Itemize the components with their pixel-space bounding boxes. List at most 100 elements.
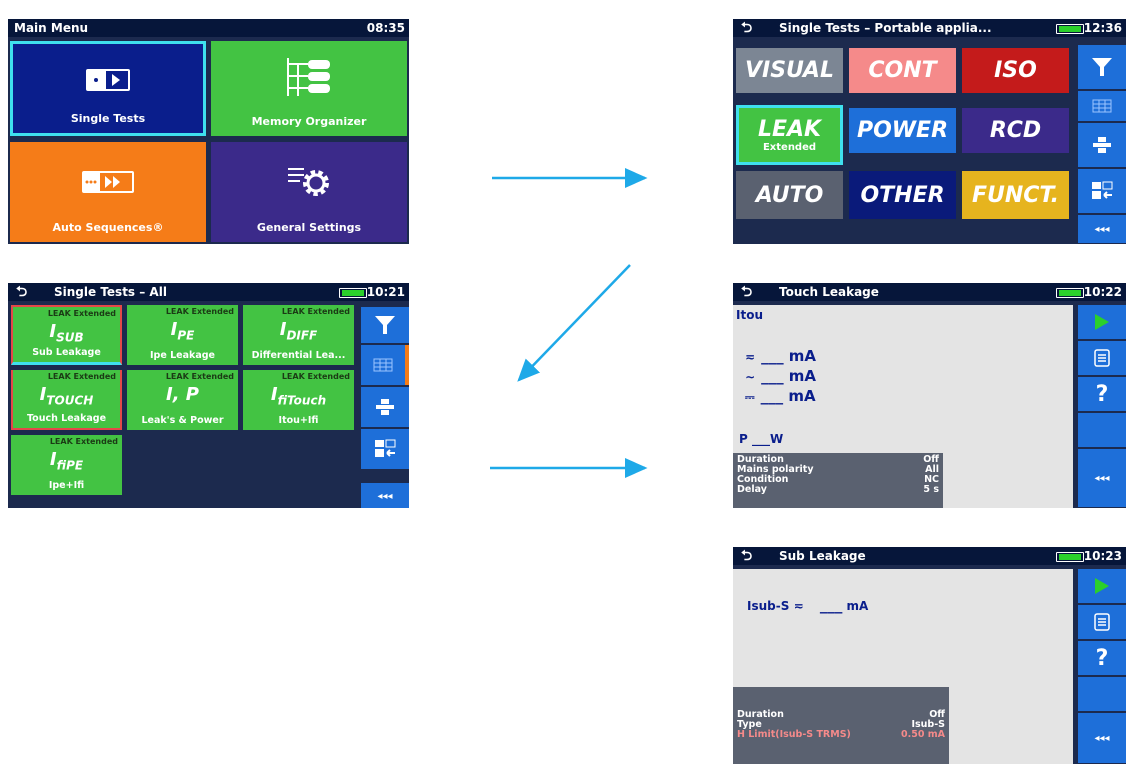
title-bar: ⮌ Sub Leakage 10:23: [733, 547, 1126, 565]
tile-power[interactable]: POWER: [849, 108, 956, 153]
group-icon: [376, 399, 394, 415]
view-button[interactable]: [361, 345, 409, 385]
more-button[interactable]: ◂◂◂: [1078, 449, 1126, 507]
tile-rcd[interactable]: RCD: [962, 108, 1069, 153]
sidebar: ? ◂◂◂: [1076, 565, 1126, 764]
more-button[interactable]: ◂◂◂: [1078, 215, 1126, 243]
filter-icon: [375, 316, 395, 334]
param-row: H Limit(Isub-S TRMS) 0.50 mA: [737, 729, 945, 740]
arrow-portable-to-all: [517, 264, 631, 382]
group-icon: [1093, 137, 1111, 153]
back-icon[interactable]: ⮌: [741, 19, 752, 37]
isub-reading: Isub-S ≂ ___ mA: [747, 596, 869, 614]
title-bar: Main Menu 08:35: [8, 19, 409, 37]
title-bar: ⮌ Single Tests – Portable applia... 12:3…: [733, 19, 1126, 37]
clock: 10:23: [1083, 549, 1122, 563]
reading-dc: ⎓ ___ mA: [745, 387, 816, 405]
tile-symbol: IfiPE: [49, 449, 84, 473]
power-reading: P ___W: [739, 432, 784, 446]
tile-label: Touch Leakage: [26, 413, 107, 424]
memory-organizer-icon: [287, 57, 330, 96]
filter-icon: [1092, 58, 1112, 76]
tile-label: Leak's & Power: [141, 415, 224, 426]
tile-symbol: IPE: [170, 319, 195, 343]
test-tile-ipe-leakage[interactable]: LEAK Extended IPE Ipe Leakage: [127, 305, 238, 365]
tile-header: LEAK Extended: [165, 307, 234, 316]
tile-iso[interactable]: ISO: [962, 48, 1069, 93]
more-button[interactable]: ◂◂◂: [1078, 713, 1126, 763]
filter-button[interactable]: [1078, 45, 1126, 89]
tile-label: Auto Sequences®: [52, 221, 164, 234]
test-tile-sub-leakage[interactable]: LEAK Extended ISUB Sub Leakage: [11, 305, 122, 365]
clock: 08:35: [366, 21, 405, 35]
tile-auto-sequences[interactable]: Auto Sequences®: [10, 142, 206, 242]
battery-icon: [1056, 552, 1084, 562]
tile-header: LEAK Extended: [47, 309, 116, 318]
tile-label: Differential Lea...: [251, 350, 346, 361]
view-button[interactable]: [1078, 91, 1126, 121]
tile-cont[interactable]: CONT: [849, 48, 956, 93]
test-tile-ipe-ifi[interactable]: LEAK Extended IfiPE Ipe+Ifi: [11, 435, 122, 495]
test-tile-leaks-power[interactable]: LEAK Extended I, P Leak's & Power: [127, 370, 238, 430]
more-button[interactable]: ◂◂◂: [361, 483, 409, 508]
screen-title: Sub Leakage: [779, 549, 866, 563]
parameters-button[interactable]: [1078, 341, 1126, 375]
screen-title: Main Menu: [14, 21, 89, 35]
reading-ac-dc: ≂ ___ mA: [745, 347, 817, 365]
tile-header: LEAK Extended: [281, 307, 350, 316]
tile-label: Single Tests: [70, 112, 146, 125]
tile-visual[interactable]: VISUAL: [736, 48, 843, 93]
start-button[interactable]: [1078, 569, 1126, 603]
sub-leakage-screen: ⮌ Sub Leakage 10:23 Isub-S ≂ ___ mA Dura…: [733, 547, 1126, 764]
parameters-panel[interactable]: Duration Off Mains polarity All Condition N…: [733, 453, 943, 508]
start-button[interactable]: [1078, 305, 1126, 339]
help-button[interactable]: ?: [1078, 377, 1126, 411]
tile-header: LEAK Extended: [47, 372, 116, 381]
test-tile-itou-ifi[interactable]: LEAK Extended IfiTouch Itou+Ifi: [243, 370, 354, 430]
filter-button[interactable]: [361, 307, 409, 343]
tile-single-tests[interactable]: Single Tests: [10, 41, 206, 136]
tile-symbol: I, P: [166, 384, 199, 405]
recent-tests-icon: [375, 439, 396, 457]
battery-icon: [1056, 24, 1084, 34]
play-icon: [1095, 314, 1109, 330]
tile-general-settings[interactable]: General Settings: [211, 142, 407, 242]
test-tile-touch-leakage[interactable]: LEAK Extended ITOUCH Touch Leakage: [11, 370, 122, 430]
empty-button: [1078, 413, 1126, 447]
group-button[interactable]: [1078, 123, 1126, 167]
test-tile-differential-leakage[interactable]: LEAK Extended IDIFF Differential Lea...: [243, 305, 354, 365]
recent-button[interactable]: [1078, 169, 1126, 213]
tile-auto[interactable]: AUTO: [736, 171, 843, 219]
screen-title: Single Tests – Portable applia...: [779, 21, 992, 35]
ac-dc-icon: ≂: [745, 350, 756, 364]
recent-button[interactable]: [361, 429, 409, 469]
tile-label: Ipe Leakage: [150, 350, 215, 361]
recent-tests-icon: [1092, 181, 1113, 199]
group-button[interactable]: [361, 387, 409, 427]
touch-leakage-screen: ⮌ Touch Leakage 10:22 Itou ≂ ___ mA ∼ ___ …: [733, 283, 1126, 508]
back-icon[interactable]: ⮌: [741, 283, 752, 301]
screen-title: Single Tests – All: [54, 285, 167, 299]
parameters-panel[interactable]: Duration Off Type Isub-S H Limit(Isub-S TR…: [733, 687, 949, 764]
parameters-button[interactable]: [1078, 605, 1126, 639]
help-button[interactable]: ?: [1078, 641, 1126, 675]
back-icon[interactable]: ⮌: [741, 547, 752, 565]
tile-symbol: IfiTouch: [270, 384, 327, 408]
tile-label: Ipe+Ifi: [48, 480, 85, 491]
tile-memory-organizer[interactable]: Memory Organizer: [211, 41, 407, 136]
grid-view-icon: [1092, 99, 1112, 113]
grid-view-icon: [373, 358, 393, 372]
tile-funct[interactable]: FUNCT.: [962, 171, 1069, 219]
battery-icon: [1056, 288, 1084, 298]
battery-icon: [339, 288, 367, 298]
tile-leak[interactable]: LEAK Extended: [736, 105, 843, 165]
back-icon[interactable]: ⮌: [16, 283, 27, 301]
auto-sequences-icon: [82, 171, 134, 193]
tile-label: Sub Leakage: [32, 347, 101, 358]
single-tests-all-screen: ⮌ Single Tests – All 10:21 LEAK Extended…: [8, 283, 409, 508]
tile-label: General Settings: [256, 221, 362, 234]
tile-label: Itou+Ifi: [278, 415, 319, 426]
list-icon: [1094, 349, 1110, 367]
tile-other[interactable]: OTHER: [849, 171, 956, 219]
tile-header: LEAK Extended: [49, 437, 118, 446]
